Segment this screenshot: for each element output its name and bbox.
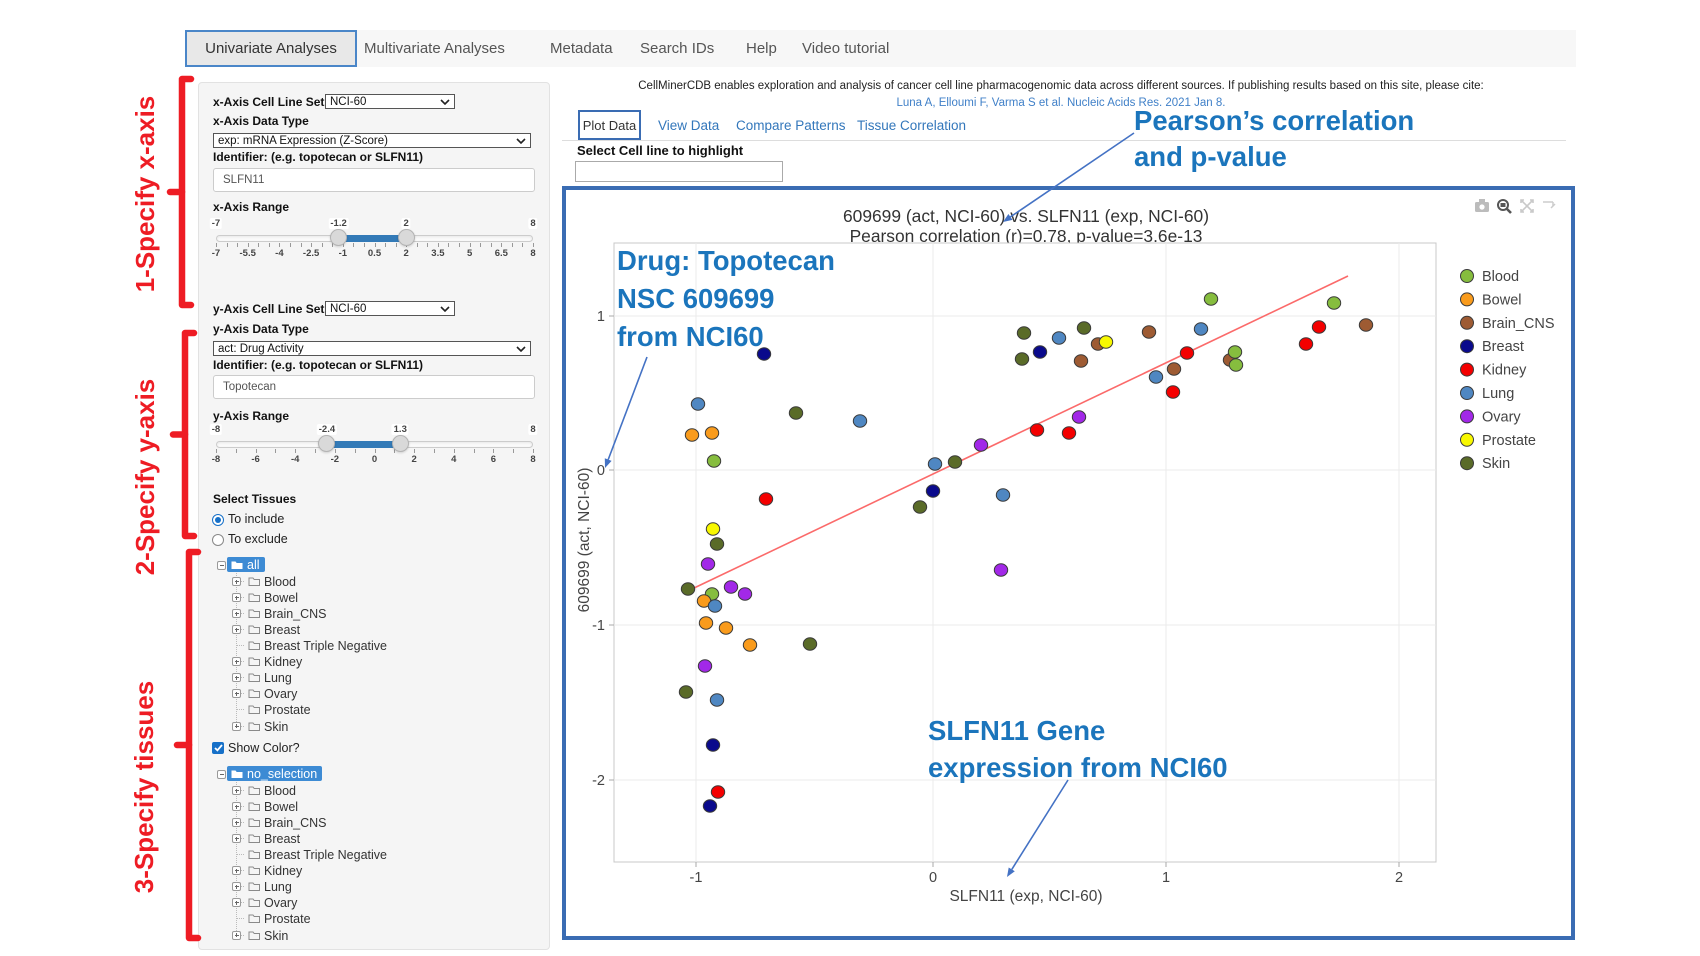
svg-text:SLFN11 (exp, NCI-60): SLFN11 (exp, NCI-60) — [949, 888, 1102, 905]
svg-text:Ovary: Ovary — [1482, 409, 1521, 425]
svg-text:2: 2 — [1395, 870, 1403, 886]
svg-text:-1: -1 — [592, 618, 605, 634]
svg-text:609699 (act, NCI-60): 609699 (act, NCI-60) — [576, 468, 593, 613]
svg-text:Prostate: Prostate — [1482, 433, 1536, 449]
svg-text:Bowel: Bowel — [1482, 292, 1522, 308]
svg-text:Breast: Breast — [1482, 339, 1524, 355]
svg-text:-1: -1 — [690, 870, 703, 886]
svg-text:0: 0 — [597, 463, 605, 479]
svg-text:Lung: Lung — [1482, 386, 1514, 402]
svg-text:1: 1 — [597, 309, 605, 325]
svg-text:Kidney: Kidney — [1482, 363, 1527, 379]
svg-text:Brain_CNS: Brain_CNS — [1482, 316, 1555, 332]
svg-text:1: 1 — [1162, 870, 1170, 886]
svg-text:Skin: Skin — [1482, 456, 1510, 472]
svg-text:0: 0 — [929, 870, 937, 886]
svg-text:Blood: Blood — [1482, 269, 1519, 285]
svg-text:-2: -2 — [592, 773, 605, 789]
